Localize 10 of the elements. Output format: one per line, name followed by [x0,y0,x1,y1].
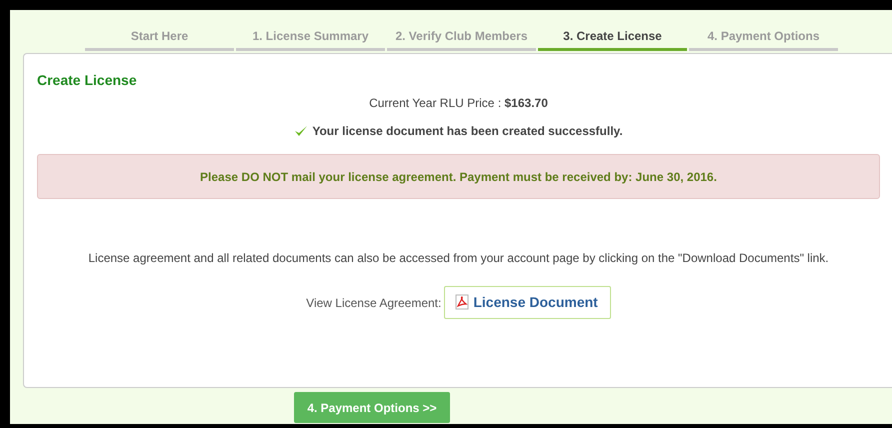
deadline-alert: Please DO NOT mail your license agreement. Payment must be received by: June 30, 2016. [37,154,880,199]
panel-title: Create License [37,72,138,88]
price-text: Current Year RLU Price : $163.70 [368,96,549,110]
info-text: License agreement and all related documents can also be accessed from your account page by clicking on the "Download Documents" link. [87,251,830,265]
payment-options-button[interactable]: 4. Payment Options >> [294,392,450,423]
checkmark-icon [294,124,308,138]
success-message: Your license document has been created successfully. [312,124,623,138]
view-label: View License Agreement: [306,296,442,310]
license-document-button[interactable]: License Document [444,286,611,319]
pdf-file-icon [455,294,470,310]
